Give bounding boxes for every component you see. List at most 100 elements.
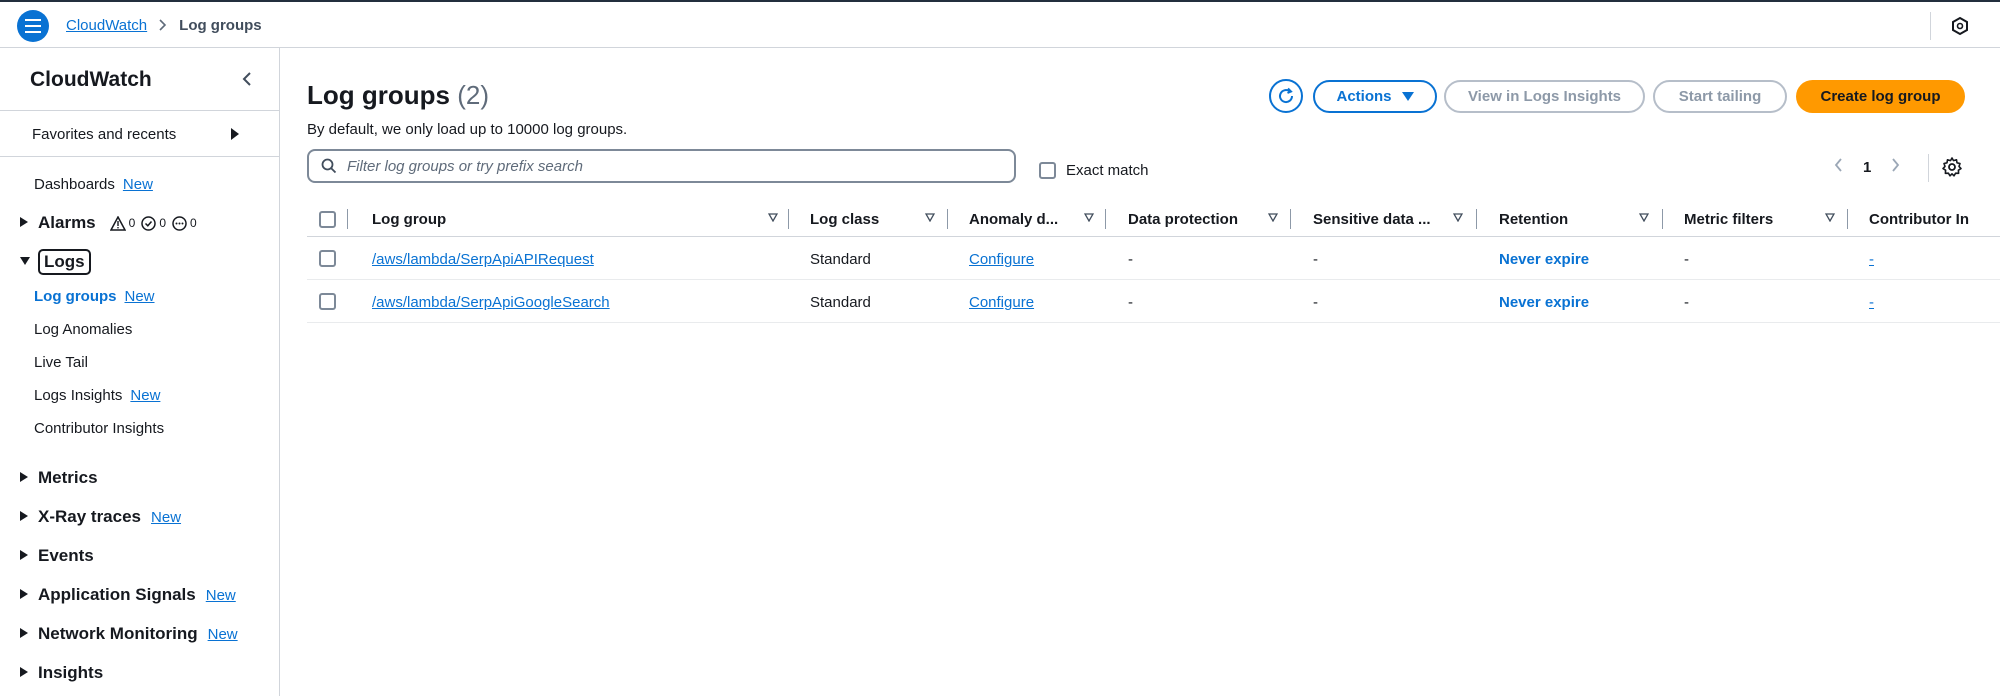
sidebar-item-log-groups[interactable]: Log groups New [34, 288, 155, 305]
contributor-insights-link[interactable]: - [1869, 294, 1874, 311]
caret-right-icon [20, 588, 30, 602]
select-all-checkbox[interactable] [319, 211, 336, 228]
sidebar-section-xray-traces[interactable]: X-Ray traces New [20, 507, 181, 527]
exact-match-checkbox[interactable] [1039, 162, 1056, 179]
retention-link[interactable]: Never expire [1499, 238, 1589, 280]
sidebar-title: CloudWatch [30, 68, 152, 91]
retention-link[interactable]: Never expire [1499, 281, 1589, 323]
caret-right-icon [20, 549, 30, 563]
sidebar-section-application-signals[interactable]: Application Signals New [20, 585, 236, 605]
row-checkbox[interactable] [319, 293, 336, 310]
sidebar-section-label: Events [38, 546, 94, 565]
column-header-log-class[interactable]: Log class [810, 201, 950, 237]
configure-anomaly-link[interactable]: Configure [969, 251, 1034, 268]
sidebar-section-events[interactable]: Events [20, 546, 94, 566]
new-badge[interactable]: New [123, 176, 153, 193]
create-log-group-button[interactable]: Create log group [1796, 80, 1965, 113]
sort-icon[interactable] [767, 213, 779, 225]
row-checkbox[interactable] [319, 250, 336, 267]
sort-icon[interactable] [1083, 213, 1095, 225]
sort-icon[interactable] [1638, 213, 1650, 225]
column-header-sensitive-data[interactable]: Sensitive data ... [1313, 201, 1473, 237]
sort-icon[interactable] [924, 213, 936, 225]
warning-icon [109, 215, 126, 231]
column-divider [1476, 209, 1477, 229]
sort-icon[interactable] [1452, 213, 1464, 225]
column-divider [788, 209, 789, 229]
contributor-insights-link[interactable]: - [1869, 251, 1874, 268]
caret-right-icon [20, 471, 30, 485]
next-page-icon[interactable] [1891, 158, 1900, 177]
start-tailing-button[interactable]: Start tailing [1653, 80, 1787, 113]
previous-page-icon[interactable] [1834, 158, 1843, 177]
table-row: /aws/lambda/SerpApiGoogleSearch Standard… [307, 281, 2000, 323]
column-divider [1662, 209, 1663, 229]
sidebar-section-label: Application Signals [38, 585, 196, 604]
collapse-sidebar-icon[interactable] [238, 68, 256, 90]
column-header-label: Sensitive data ... [1313, 210, 1431, 228]
insufficient-count: 0 [190, 216, 197, 230]
column-header-label: Anomaly d... [969, 210, 1059, 228]
actions-button-label: Actions [1336, 88, 1392, 105]
sidebar-item-live-tail[interactable]: Live Tail [34, 354, 88, 371]
current-page-number[interactable]: 1 [1863, 159, 1871, 176]
refresh-button[interactable] [1269, 79, 1303, 113]
favorites-and-recents[interactable]: Favorites and recents [32, 126, 242, 143]
new-badge[interactable]: New [206, 587, 236, 604]
breadcrumb-cloudwatch-link[interactable]: CloudWatch [66, 17, 147, 34]
column-divider [1847, 209, 1848, 229]
column-header-contributor-insights[interactable]: Contributor In [1869, 201, 2000, 237]
new-badge[interactable]: New [208, 626, 238, 643]
caret-down-icon [20, 256, 30, 268]
column-header-data-protection[interactable]: Data protection [1128, 201, 1288, 237]
view-in-logs-insights-button[interactable]: View in Logs Insights [1444, 80, 1645, 113]
search-input[interactable] [347, 157, 987, 175]
log-class-cell: Standard [810, 250, 871, 268]
sensitive-data-cell: - [1313, 250, 1318, 268]
column-header-metric-filters[interactable]: Metric filters [1684, 201, 1844, 237]
column-header-label: Log group [372, 210, 447, 228]
table-header: Log group Log class Anomaly d... Data pr… [307, 201, 2000, 237]
sidebar-section-metrics[interactable]: Metrics [20, 468, 98, 488]
exact-match-option[interactable]: Exact match [1039, 162, 1149, 179]
new-badge[interactable]: New [151, 509, 181, 526]
column-divider [1290, 209, 1291, 229]
sidebar-item-contributor-insights[interactable]: Contributor Insights [34, 420, 164, 437]
ok-count: 0 [159, 216, 167, 230]
sort-icon[interactable] [1267, 213, 1279, 225]
column-header-label: Retention [1499, 210, 1569, 228]
log-group-link[interactable]: /aws/lambda/SerpApiGoogleSearch [372, 294, 610, 311]
caret-right-icon [20, 510, 30, 524]
divider [1930, 12, 1931, 40]
main-content: Log groups (2) By default, we only load … [281, 48, 2000, 696]
sidebar-item-label: Log groups [34, 288, 117, 305]
actions-button[interactable]: Actions [1313, 80, 1437, 113]
page-title-text: Log groups [307, 80, 450, 110]
caret-right-icon[interactable] [230, 128, 240, 143]
page-description: By default, we only load up to 10000 log… [307, 121, 628, 138]
sidebar-item-label: Logs Insights [34, 387, 123, 404]
sidebar-section-label: Metrics [38, 468, 98, 487]
configure-anomaly-link[interactable]: Configure [969, 294, 1034, 311]
hamburger-menu-icon[interactable] [17, 10, 49, 42]
sidebar-item-log-anomalies[interactable]: Log Anomalies [34, 321, 132, 338]
column-header-retention[interactable]: Retention [1499, 201, 1659, 237]
sidebar-section-network-monitoring[interactable]: Network Monitoring New [20, 624, 238, 644]
column-header-log-group[interactable]: Log group [372, 201, 779, 237]
pagination: 1 [1834, 158, 1900, 177]
sidebar-section-alarms[interactable]: Alarms 0 0 0 [20, 213, 197, 233]
check-circle-icon [141, 215, 157, 231]
hexagon-icon[interactable] [1950, 16, 1970, 36]
sidebar-section-insights[interactable]: Insights [20, 663, 103, 683]
column-header-anomaly-detection[interactable]: Anomaly d... [969, 201, 1109, 237]
search-field[interactable] [307, 149, 1016, 183]
gear-icon[interactable] [1941, 156, 1963, 178]
log-group-link[interactable]: /aws/lambda/SerpApiAPIRequest [372, 251, 594, 268]
alarm-count: 0 [128, 216, 136, 230]
sort-icon[interactable] [1824, 213, 1836, 225]
sidebar-section-logs[interactable]: Logs [20, 249, 91, 275]
new-badge[interactable]: New [130, 387, 160, 404]
new-badge[interactable]: New [125, 288, 155, 305]
sidebar-item-logs-insights[interactable]: Logs Insights New [34, 387, 160, 404]
sidebar-item-dashboards[interactable]: Dashboards New [34, 176, 153, 193]
